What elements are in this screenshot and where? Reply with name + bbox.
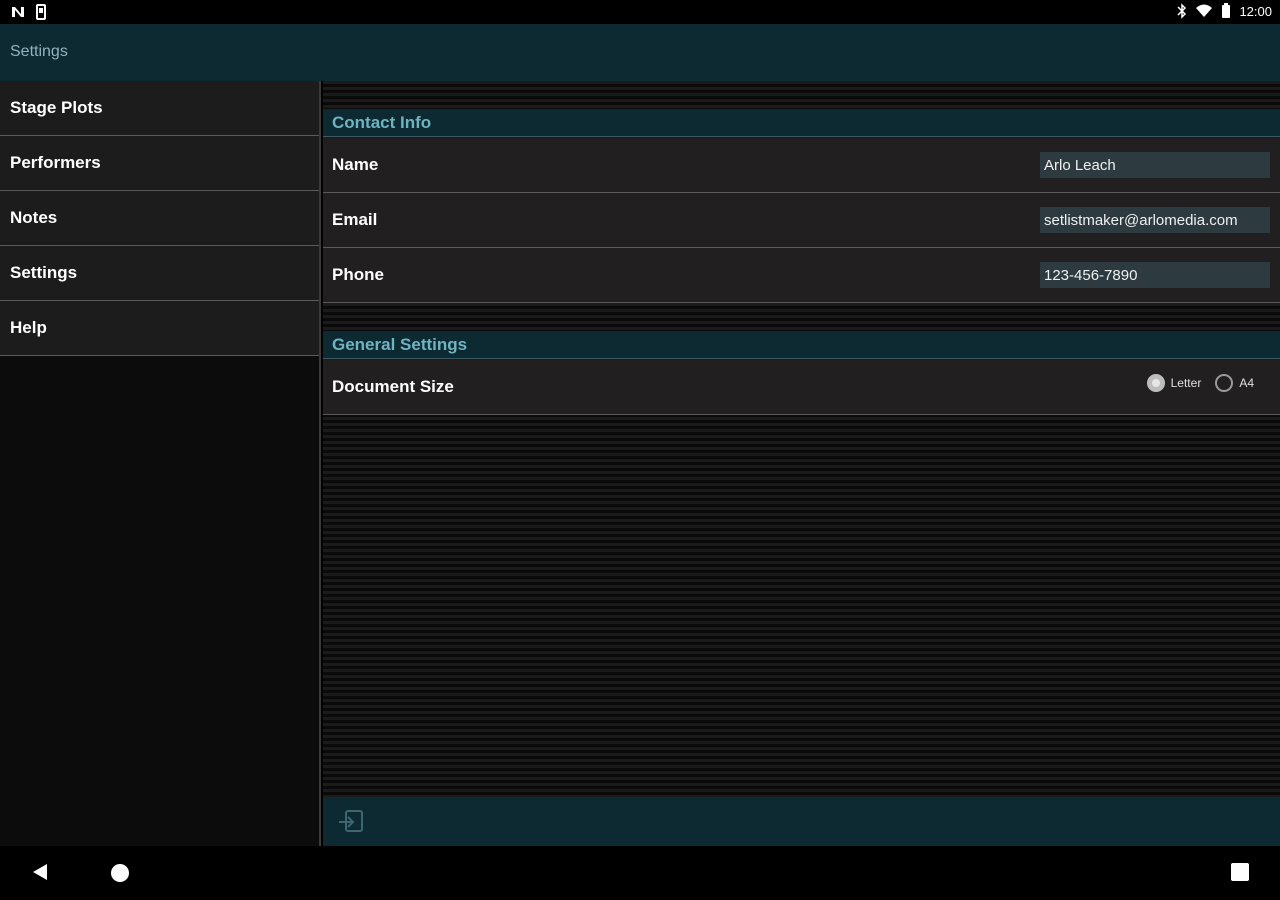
letter-radio[interactable] [1146, 374, 1165, 392]
bluetooth-icon [1177, 3, 1187, 19]
phone-label: Phone [332, 265, 384, 284]
nav-bar [0, 846, 1280, 900]
sidebar-item-label: Performers [10, 153, 101, 172]
a4-radio[interactable] [1215, 374, 1234, 392]
n-notification-icon [12, 7, 24, 17]
wifi-icon [1196, 4, 1213, 17]
letter-radio-label[interactable]: Letter [1171, 376, 1202, 390]
app-bar: Settings [0, 24, 1280, 81]
export-icon[interactable] [337, 809, 367, 835]
sim-card-icon [36, 4, 46, 20]
status-bar: 12:00 [0, 0, 1280, 24]
document-size-radio-group: Letter A4 [1146, 374, 1262, 392]
sidebar-item-stage-plots[interactable]: Stage Plots [0, 81, 319, 136]
home-icon[interactable] [109, 862, 131, 884]
name-label: Name [332, 155, 379, 174]
a4-radio-label[interactable]: A4 [1239, 376, 1254, 390]
name-row: Name [323, 138, 1280, 193]
sidebar-item-label: Help [10, 318, 47, 337]
recents-icon[interactable] [1231, 863, 1249, 881]
phone-row: Phone [323, 248, 1280, 303]
general-settings-header: General Settings [323, 331, 1280, 359]
email-label: Email [332, 210, 378, 229]
sidebar-item-label: Notes [10, 208, 58, 227]
document-size-label: Document Size [332, 377, 454, 396]
sidebar: Stage Plots Performers Notes Settings He… [0, 81, 321, 846]
sidebar-item-label: Stage Plots [10, 98, 103, 117]
settings-content: Contact Info Name Email Phone General Se… [323, 81, 1280, 797]
sidebar-item-notes[interactable]: Notes [0, 191, 319, 246]
document-size-row: Document Size Letter A4 [323, 360, 1280, 415]
status-left-icons [10, 4, 46, 20]
sidebar-item-settings[interactable]: Settings [0, 246, 319, 301]
sidebar-item-help[interactable]: Help [0, 301, 319, 356]
email-row: Email [323, 193, 1280, 248]
contact-info-header: Contact Info [323, 109, 1280, 137]
app-title: Settings [10, 43, 68, 60]
email-field[interactable] [1040, 207, 1270, 233]
sidebar-item-performers[interactable]: Performers [0, 136, 319, 191]
battery-icon [1222, 3, 1231, 18]
back-icon[interactable] [30, 862, 50, 882]
bottom-toolbar [323, 797, 1280, 846]
status-time: 12:00 [1239, 3, 1272, 19]
sidebar-item-label: Settings [10, 263, 78, 282]
status-right: 12:00 [1177, 3, 1272, 19]
name-field[interactable] [1040, 152, 1270, 178]
phone-field[interactable] [1040, 262, 1270, 288]
